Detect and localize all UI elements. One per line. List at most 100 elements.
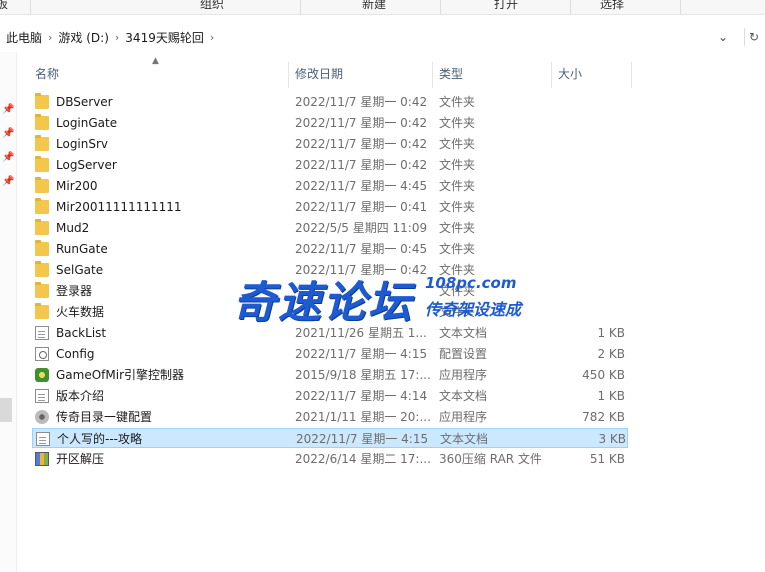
- file-row[interactable]: Mir20011111111111 2022/11/7 星期一 0:41 文件夹: [32, 197, 628, 217]
- file-date: 2022/11/7 星期一 0:42: [295, 95, 428, 109]
- file-type: 360压缩 RAR 文件: [439, 452, 542, 466]
- column-header-name[interactable]: 名称: [32, 62, 288, 86]
- folder-icon: [35, 261, 49, 277]
- config-file-icon: [35, 347, 49, 361]
- file-row[interactable]: LogServer 2022/11/7 星期一 0:42 文件夹: [32, 155, 628, 175]
- file-name: LoginGate: [56, 116, 118, 130]
- file-row[interactable]: LoginGate 2022/11/7 星期一 0:42 文件夹: [32, 113, 628, 133]
- breadcrumb-drive[interactable]: 游戏 (D:): [58, 29, 108, 46]
- folder-icon: [35, 219, 49, 235]
- file-name: 版本介绍: [56, 389, 105, 403]
- file-type: 配置设置: [439, 347, 488, 361]
- file-size: 782 KB: [582, 410, 625, 424]
- chevron-down-icon[interactable]: ⌄: [714, 28, 732, 46]
- file-type: 文件夹: [439, 242, 476, 256]
- file-name: DBServer: [56, 95, 113, 109]
- file-date: 2022/11/7 星期一 4:15: [295, 347, 428, 361]
- chevron-right-icon[interactable]: ›: [210, 31, 214, 44]
- file-row[interactable]: Config 2022/11/7 星期一 4:15 配置设置 2 KB: [32, 344, 628, 364]
- ribbon-group-open: 打开: [494, 0, 519, 11]
- folder-icon: [35, 114, 49, 130]
- file-row[interactable]: 传奇目录一键配置 2021/1/11 星期一 20:... 应用程序 782 KB: [32, 407, 628, 427]
- column-headers: 名称 修改日期 类型 大小: [32, 62, 632, 88]
- file-type: 应用程序: [439, 410, 488, 424]
- pin-icon: 📌: [2, 128, 15, 139]
- column-header-date[interactable]: 修改日期: [292, 62, 432, 86]
- file-row[interactable]: DBServer 2022/11/7 星期一 0:42 文件夹: [32, 92, 628, 112]
- file-type: 文件夹: [439, 221, 476, 235]
- column-header-type[interactable]: 类型: [436, 62, 551, 86]
- file-type: 应用程序: [439, 368, 488, 382]
- file-size: 3 KB: [598, 432, 626, 446]
- file-name: Mir20011111111111: [56, 200, 182, 214]
- folder-icon: [35, 135, 49, 151]
- file-type: 文件夹: [439, 305, 476, 319]
- file-name: LogServer: [56, 158, 117, 172]
- file-type: 文件夹: [439, 158, 476, 172]
- file-name: 个人写的---攻略: [57, 432, 142, 446]
- file-type: 文件夹: [439, 263, 476, 277]
- file-type: 文件夹: [439, 284, 476, 298]
- folder-icon: [35, 93, 49, 109]
- file-date: 2021/1/11 星期一 20:...: [295, 410, 431, 424]
- file-row[interactable]: 火车数据 文件夹: [32, 302, 628, 322]
- file-row[interactable]: RunGate 2022/11/7 星期一 0:45 文件夹: [32, 239, 628, 259]
- navigation-pane[interactable]: 📌 📌 📌 📌: [0, 52, 17, 572]
- file-type: 文件夹: [439, 179, 476, 193]
- file-row[interactable]: BackList 2021/11/26 星期五 1... 文本文档 1 KB: [32, 323, 628, 343]
- archive-icon: [35, 452, 49, 466]
- file-row[interactable]: GameOfMir引擎控制器 2015/9/18 星期五 17:... 应用程序 45…: [32, 365, 628, 385]
- file-date: 2022/11/7 星期一 0:42: [295, 158, 428, 172]
- file-row[interactable]: Mir200 2022/11/7 星期一 4:45 文件夹: [32, 176, 628, 196]
- file-type: 文本文档: [439, 389, 488, 403]
- file-name: 登录器: [56, 284, 93, 298]
- file-date: 2022/11/7 星期一 0:45: [295, 242, 428, 256]
- pin-icon: 📌: [2, 176, 15, 187]
- file-name: GameOfMir引擎控制器: [56, 368, 185, 382]
- pin-icon: 📌: [2, 104, 15, 115]
- file-name: LoginSrv: [56, 137, 109, 151]
- breadcrumb-this-pc[interactable]: 此电脑: [6, 29, 42, 46]
- chevron-right-icon[interactable]: ›: [48, 31, 52, 44]
- refresh-icon[interactable]: ↻: [744, 28, 763, 46]
- file-name: SelGate: [56, 263, 104, 277]
- file-size: 2 KB: [597, 347, 625, 361]
- file-row[interactable]: SelGate 2022/11/7 星期一 0:42 文件夹: [32, 260, 628, 280]
- folder-icon: [35, 240, 49, 256]
- text-file-icon: [35, 389, 49, 403]
- file-name: BackList: [56, 326, 107, 340]
- file-type: 文件夹: [439, 95, 476, 109]
- file-row[interactable]: 版本介绍 2022/11/7 星期一 4:14 文本文档 1 KB: [32, 386, 628, 406]
- file-date: 2022/11/7 星期一 0:42: [295, 263, 428, 277]
- file-name: 火车数据: [56, 305, 105, 319]
- file-size: 1 KB: [597, 389, 625, 403]
- column-header-size[interactable]: 大小: [555, 62, 631, 86]
- file-size: 51 KB: [589, 452, 625, 466]
- file-type: 文件夹: [439, 200, 476, 214]
- application-icon: [35, 368, 49, 382]
- breadcrumb-folder[interactable]: 3419天赐轮回: [125, 29, 204, 46]
- file-type: 文件夹: [439, 116, 476, 130]
- file-date: 2022/5/5 星期四 11:09: [295, 221, 428, 235]
- folder-icon: [35, 156, 49, 172]
- file-name: 传奇目录一键配置: [56, 410, 153, 424]
- file-row[interactable]: 开区解压 2022/6/14 星期二 17:... 360压缩 RAR 文件 51 K…: [32, 449, 628, 469]
- breadcrumb[interactable]: 此电脑 › 游戏 (D:) › 3419天赐轮回 ›: [0, 22, 712, 52]
- ribbon-group-new: 新建: [362, 0, 387, 11]
- file-name: Mir200: [56, 179, 98, 193]
- file-size: 450 KB: [582, 368, 625, 382]
- folder-icon: [35, 303, 49, 319]
- file-name: Mud2: [56, 221, 90, 235]
- file-date: 2022/11/7 星期一 0:42: [295, 116, 428, 130]
- file-row[interactable]: Mud2 2022/5/5 星期四 11:09 文件夹: [32, 218, 628, 238]
- text-file-icon: [36, 432, 50, 446]
- file-date: 2022/11/7 星期一 0:42: [295, 137, 428, 151]
- file-row[interactable]: LoginSrv 2022/11/7 星期一 0:42 文件夹: [32, 134, 628, 154]
- file-date: 2021/11/26 星期五 1...: [295, 326, 427, 340]
- file-date: 2022/11/7 星期一 4:14: [295, 389, 428, 403]
- chevron-right-icon[interactable]: ›: [115, 31, 119, 44]
- address-bar[interactable]: 此电脑 › 游戏 (D:) › 3419天赐轮回 › ⌄ ↻: [0, 22, 765, 52]
- file-row[interactable]: 登录器 文件夹: [32, 281, 628, 301]
- file-row[interactable]: 个人写的---攻略 2022/11/7 星期一 4:15 文本文档 3 KB: [32, 428, 628, 448]
- file-name: RunGate: [56, 242, 108, 256]
